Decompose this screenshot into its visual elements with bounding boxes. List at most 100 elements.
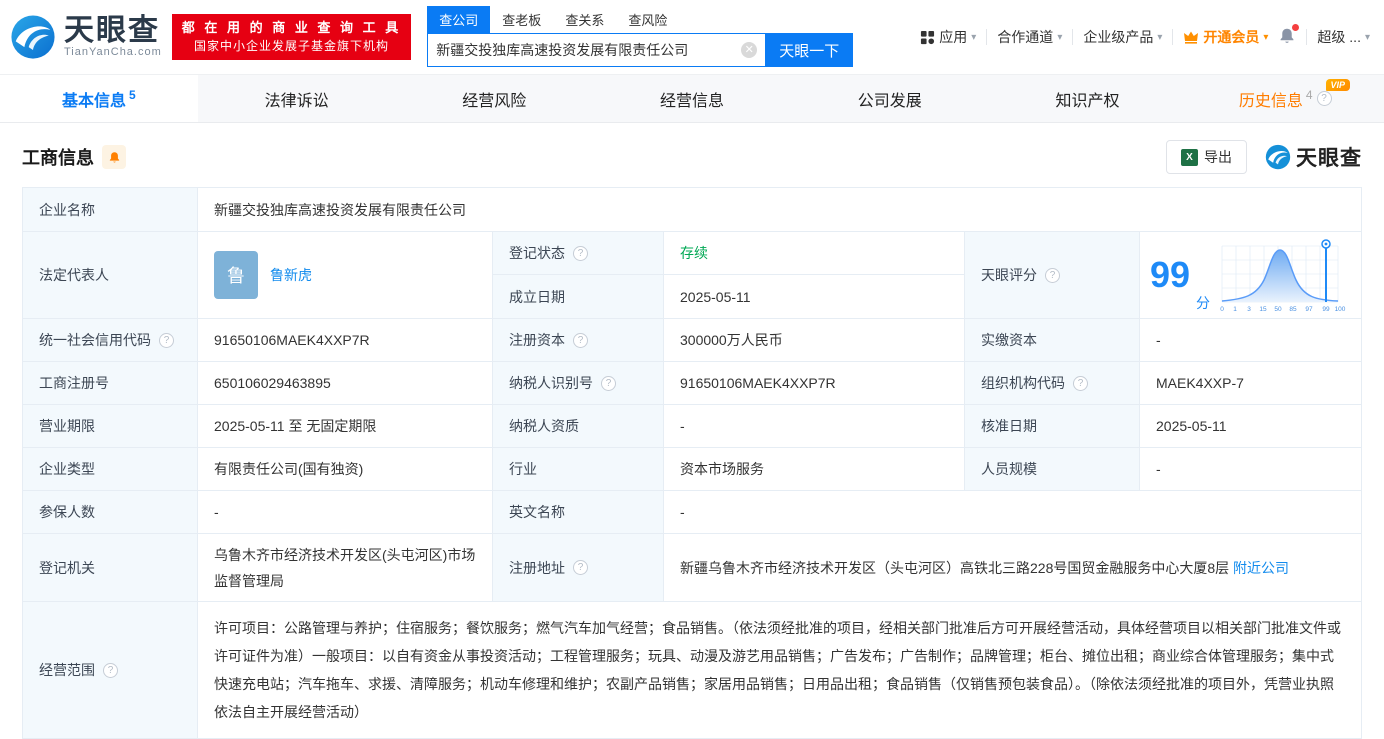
search-tab-risk[interactable]: 查风险 [616,6,679,33]
reg-status-text: 存续 [680,243,708,263]
table-row-company-name: 企业名称 新疆交投独库高速投资发展有限责任公司 [23,188,1361,232]
menu-super[interactable]: 超级 ... ▾ [1317,27,1370,47]
chevron-down-icon: ▾ [1057,32,1062,43]
export-button[interactable]: X 导出 [1166,140,1247,174]
menu-super-label: 超级 ... [1317,27,1361,47]
paid-capital-value: - [1140,319,1361,361]
watermark-text: 天眼查 [1296,142,1362,172]
company-type-label: 企业类型 [23,448,198,490]
chevron-down-icon: ▾ [1263,32,1268,43]
table-row-credit-code: 统一社会信用代码? 91650106MAEK4XXP7R 注册资本? 30000… [23,319,1361,362]
search-tab-boss[interactable]: 查老板 [490,6,553,33]
menu-apps[interactable]: 应用 ▾ [920,27,976,47]
tab-basic-info[interactable]: 基本信息 5 [0,75,198,122]
chevron-down-icon: ▾ [1365,32,1370,43]
help-icon[interactable]: ? [103,663,118,678]
search-input[interactable] [436,42,741,58]
menu-partner[interactable]: 合作通道 ▾ [997,27,1062,47]
axis-tick: 100 [1335,306,1346,313]
reg-status-label: 登记状态 [509,243,565,263]
help-icon[interactable]: ? [1317,91,1332,106]
table-row-reg-number: 工商注册号 650106029463895 纳税人识别号? 91650106MA… [23,362,1361,405]
tab-company-development[interactable]: 公司发展 [791,75,989,122]
help-icon[interactable]: ? [601,376,616,391]
paid-capital-label: 实缴资本 [965,319,1140,361]
tab-history-info[interactable]: VIP 历史信息 4 ? [1186,75,1384,122]
axis-tick: 0 [1220,306,1224,313]
tianyancha-logo-icon [10,14,56,60]
registry-authority-value: 乌鲁木齐市经济技术开发区(头屯河区)市场监督管理局 [198,534,493,601]
notifications-bell[interactable] [1278,27,1296,48]
search-button[interactable]: 天眼一下 [765,33,853,67]
company-nav-tabs: 基本信息 5 法律诉讼 经营风险 经营信息 公司发展 知识产权 VIP 历史信息… [0,74,1384,123]
credit-code-value: 91650106MAEK4XXP7R [198,319,493,361]
legal-rep-label: 法定代表人 [23,232,198,318]
status-date-subgrid: 登记状态 ? 存续 成立日期 2025-05-11 [493,232,965,318]
logo-text: 天眼查 [64,16,162,46]
table-row-company-type: 企业类型 有限责任公司(国有独资) 行业 资本市场服务 人员规模 - [23,448,1361,491]
company-name-value: 新疆交投独库高速投资发展有限责任公司 [198,188,1361,231]
tab-operation-info[interactable]: 经营信息 [593,75,791,122]
tianyancha-logo[interactable]: 天眼查 TianYanCha.com [10,14,162,60]
help-icon[interactable]: ? [573,560,588,575]
reg-address-label: 注册地址 [509,558,565,578]
menu-enterprise-label: 企业级产品 [1083,27,1153,47]
search-tab-company[interactable]: 查公司 [427,6,490,33]
section-header: 工商信息 X 导出 天眼查 [0,123,1384,187]
clear-search-icon[interactable]: ✕ [741,42,757,58]
banner-line2: 国家中小企业发展子基金旗下机构 [182,37,402,55]
chevron-down-icon: ▾ [1157,32,1162,43]
vip-badge: VIP [1326,79,1351,91]
tab-operation-risk[interactable]: 经营风险 [395,75,593,122]
taxpayer-quality-value: - [664,405,965,447]
menu-open-vip[interactable]: 开通会员 ▾ [1183,27,1268,47]
help-icon[interactable]: ? [573,246,588,261]
watermark-logo: 天眼查 [1265,142,1362,172]
monitor-bell-button[interactable] [102,145,126,169]
staff-size-value: - [1140,448,1361,490]
divider [1172,29,1173,45]
search-tab-relation[interactable]: 查关系 [553,6,616,33]
reg-number-value: 650106029463895 [198,362,493,404]
excel-icon: X [1181,149,1198,166]
menu-enterprise[interactable]: 企业级产品 ▾ [1083,27,1162,47]
english-name-value: - [664,491,1361,533]
tianyancha-watermark-icon [1265,144,1291,170]
axis-tick: 3 [1247,306,1251,313]
axis-tick: 85 [1289,306,1297,313]
export-button-label: 导出 [1204,147,1232,167]
legal-rep-cell: 鲁 鲁新虎 [198,232,493,318]
approval-date-label: 核准日期 [965,405,1140,447]
divider [1306,29,1307,45]
business-scope-value: 许可项目：公路管理与养护；住宿服务；餐饮服务；燃气汽车加气经营；食品销售。（依法… [198,602,1361,738]
help-icon[interactable]: ? [573,333,588,348]
business-term-value: 2025-05-11 至 无固定期限 [198,405,493,447]
help-icon[interactable]: ? [1045,268,1060,283]
reg-status-label-cell: 登记状态 ? [493,232,664,275]
divider [1072,29,1073,45]
reg-number-label: 工商注册号 [23,362,198,404]
credit-code-label: 统一社会信用代码 [39,330,151,350]
business-info-table: 企业名称 新疆交投独库高速投资发展有限责任公司 法定代表人 鲁 鲁新虎 登记状态… [22,187,1362,739]
nearby-companies-link[interactable]: 附近公司 [1233,558,1289,578]
tab-legal-litigation-label: 法律诉讼 [265,87,329,111]
score-distribution-chart: 0 1 3 15 50 85 97 99 100 [1216,236,1348,314]
top-header: 天眼查 TianYanCha.com 都 在 用 的 商 业 查 询 工 具 国… [0,0,1384,74]
help-icon[interactable]: ? [159,333,174,348]
reg-capital-value: 300000万人民币 [664,319,965,361]
legal-rep-avatar[interactable]: 鲁 [214,251,258,299]
tab-operation-info-label: 经营信息 [660,87,724,111]
table-row-insured: 参保人数 - 英文名称 - [23,491,1361,534]
section-title: 工商信息 [22,144,94,170]
tab-legal-litigation[interactable]: 法律诉讼 [198,75,396,122]
help-icon[interactable]: ? [1073,376,1088,391]
legal-rep-link[interactable]: 鲁新虎 [270,265,312,285]
tab-intellectual-property-label: 知识产权 [1055,87,1119,111]
table-row-legal-rep: 法定代表人 鲁 鲁新虎 登记状态 ? 存续 成立日期 2025-05-11 天眼… [23,232,1361,319]
business-term-label: 营业期限 [23,405,198,447]
establish-date-value: 2025-05-11 [664,275,965,318]
tab-intellectual-property[interactable]: 知识产权 [989,75,1187,122]
english-name-label: 英文名称 [493,491,664,533]
reg-address-value: 新疆乌鲁木齐市经济技术开发区（头屯河区）高铁北三路228号国贸金融服务中心大厦8… [680,558,1229,578]
org-code-value: MAEK4XXP-7 [1140,362,1361,404]
